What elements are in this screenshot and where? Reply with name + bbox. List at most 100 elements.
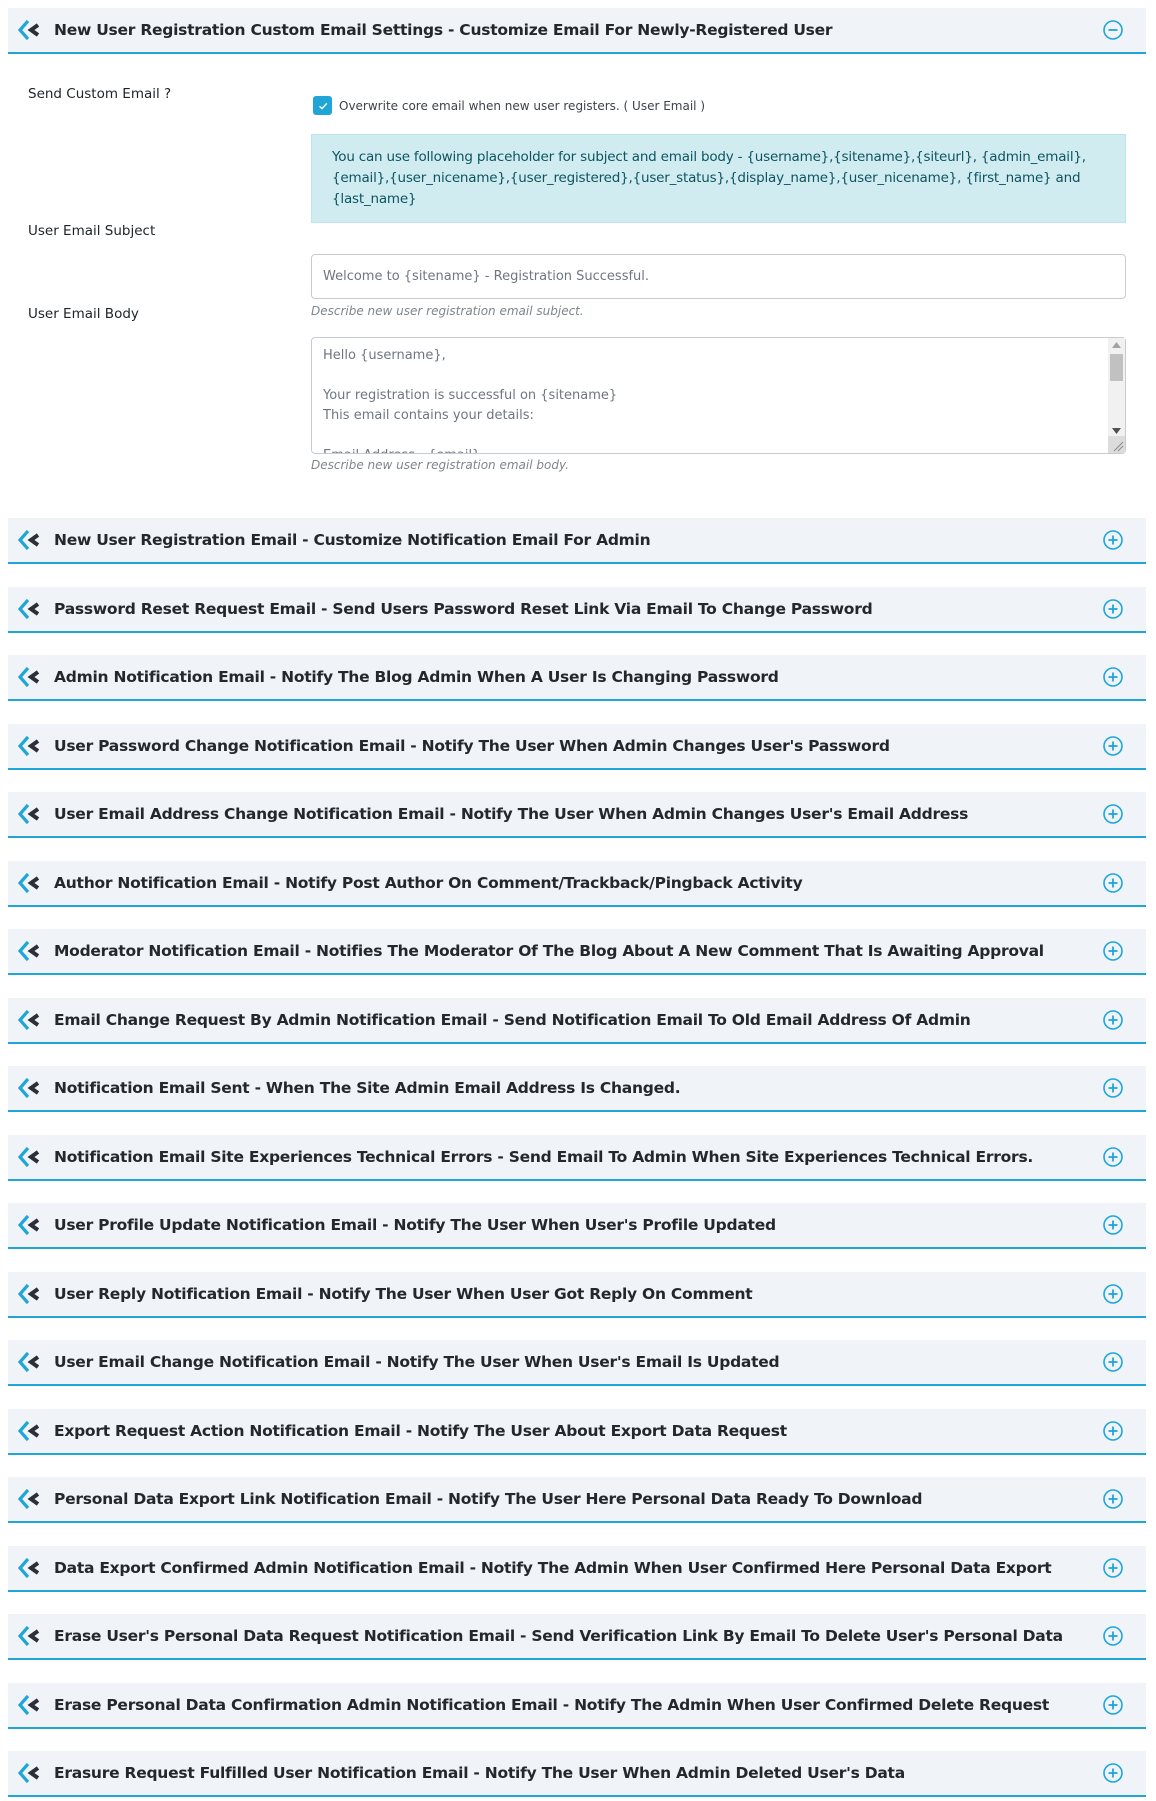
collapsed-section: Notification Email Sent - When The Site … (8, 1066, 1146, 1112)
collapsed-section: Author Notification Email - Notify Post … (8, 861, 1146, 907)
accordion-header[interactable]: User Profile Update Notification Email -… (8, 1203, 1146, 1249)
plus-circle-icon[interactable] (1102, 1762, 1124, 1784)
user-email-body-help: Describe new user registration email bod… (311, 458, 569, 472)
accordion-header[interactable]: Export Request Action Notification Email… (8, 1409, 1146, 1455)
plugin-logo-icon (18, 529, 44, 551)
placeholder-info-box: You can use following placeholder for su… (311, 134, 1126, 223)
accordion-header[interactable]: Notification Email Sent - When The Site … (8, 1066, 1146, 1112)
accordion-header[interactable]: Moderator Notification Email - Notifies … (8, 929, 1146, 975)
accordion-title: User Email Address Change Notification E… (54, 805, 969, 823)
user-email-subject-input[interactable] (311, 254, 1126, 299)
accordion-header[interactable]: Erase Personal Data Confirmation Admin N… (8, 1683, 1146, 1729)
accordion-header[interactable]: User Reply Notification Email - Notify T… (8, 1272, 1146, 1318)
plus-circle-icon[interactable] (1102, 872, 1124, 894)
accordion-title: Admin Notification Email - Notify The Bl… (54, 668, 779, 686)
plugin-logo-icon (18, 1077, 44, 1099)
plus-circle-icon[interactable] (1102, 803, 1124, 825)
minus-circle-icon[interactable] (1102, 19, 1124, 41)
accordion-header[interactable]: User Password Change Notification Email … (8, 724, 1146, 770)
accordion-header[interactable]: New User Registration Custom Email Setti… (8, 8, 1146, 54)
accordion-header[interactable]: Erasure Request Fulfilled User Notificat… (8, 1751, 1146, 1797)
collapsed-section: Export Request Action Notification Email… (8, 1409, 1146, 1455)
accordion-title: Personal Data Export Link Notification E… (54, 1490, 923, 1508)
send-custom-email-label: Send Custom Email ? (28, 86, 172, 102)
plus-circle-icon[interactable] (1102, 1557, 1124, 1579)
collapsed-section: User Profile Update Notification Email -… (8, 1203, 1146, 1249)
plus-circle-icon[interactable] (1102, 529, 1124, 551)
collapsed-section: Erase Personal Data Confirmation Admin N… (8, 1683, 1146, 1729)
collapsed-section: Data Export Confirmed Admin Notification… (8, 1546, 1146, 1592)
accordion-header[interactable]: New User Registration Email - Customize … (8, 518, 1146, 564)
accordion-header[interactable]: Data Export Confirmed Admin Notification… (8, 1546, 1146, 1592)
checkmark-icon (318, 102, 327, 110)
scroll-up-arrow-icon[interactable] (1108, 338, 1125, 352)
plugin-logo-icon (18, 1420, 44, 1442)
plugin-logo-icon (18, 598, 44, 620)
accordion-title: Export Request Action Notification Email… (54, 1422, 787, 1440)
plugin-logo-icon (18, 1283, 44, 1305)
plus-circle-icon[interactable] (1102, 1488, 1124, 1510)
plugin-logo-icon (18, 1009, 44, 1031)
collapsed-section: User Reply Notification Email - Notify T… (8, 1272, 1146, 1318)
overwrite-core-email-checkbox[interactable] (313, 96, 332, 115)
accordion-title: User Password Change Notification Email … (54, 737, 890, 755)
plus-circle-icon[interactable] (1102, 1283, 1124, 1305)
plus-circle-icon[interactable] (1102, 1077, 1124, 1099)
overwrite-core-email-label: Overwrite core email when new user regis… (339, 98, 705, 113)
user-email-subject-help: Describe new user registration email sub… (311, 304, 584, 318)
textarea-scrollbar[interactable] (1108, 338, 1125, 453)
plus-circle-icon[interactable] (1102, 1009, 1124, 1031)
accordion-header[interactable]: User Email Address Change Notification E… (8, 792, 1146, 838)
plus-circle-icon[interactable] (1102, 735, 1124, 757)
plugin-logo-icon (18, 735, 44, 757)
accordion-title: Erasure Request Fulfilled User Notificat… (54, 1764, 905, 1782)
plugin-logo-icon (18, 872, 44, 894)
plus-circle-icon[interactable] (1102, 1420, 1124, 1442)
user-email-body-textarea[interactable]: Hello {username}, Your registration is s… (311, 337, 1126, 454)
plus-circle-icon[interactable] (1102, 1351, 1124, 1373)
collapsed-section: Erasure Request Fulfilled User Notificat… (8, 1751, 1146, 1797)
accordion-header[interactable]: Password Reset Request Email - Send User… (8, 587, 1146, 633)
accordion-title: Erase Personal Data Confirmation Admin N… (54, 1696, 1050, 1714)
section-new-user-registration-custom-email: New User Registration Custom Email Setti… (8, 8, 1146, 54)
plugin-logo-icon (18, 803, 44, 825)
plus-circle-icon[interactable] (1102, 940, 1124, 962)
collapsed-section: Moderator Notification Email - Notifies … (8, 929, 1146, 975)
plus-circle-icon[interactable] (1102, 598, 1124, 620)
collapsed-section: Password Reset Request Email - Send User… (8, 587, 1146, 633)
accordion-title: User Email Change Notification Email - N… (54, 1353, 780, 1371)
scrollbar-thumb[interactable] (1110, 354, 1123, 381)
collapsed-section: Notification Email Site Experiences Tech… (8, 1135, 1146, 1181)
plugin-logo-icon (18, 1625, 44, 1647)
user-email-body-label: User Email Body (28, 306, 139, 322)
plus-circle-icon[interactable] (1102, 1625, 1124, 1647)
accordion-header[interactable]: Erase User's Personal Data Request Notif… (8, 1614, 1146, 1660)
accordion-title: Password Reset Request Email - Send User… (54, 600, 873, 618)
accordion-title: Moderator Notification Email - Notifies … (54, 942, 1044, 960)
accordion-header[interactable]: Admin Notification Email - Notify The Bl… (8, 655, 1146, 701)
plugin-logo-icon (18, 666, 44, 688)
accordion-header[interactable]: Notification Email Site Experiences Tech… (8, 1135, 1146, 1181)
overwrite-core-email-checkbox-row[interactable]: Overwrite core email when new user regis… (313, 96, 705, 115)
plugin-logo-icon (18, 940, 44, 962)
plugin-logo-icon (18, 1146, 44, 1168)
accordion-header[interactable]: User Email Change Notification Email - N… (8, 1340, 1146, 1386)
plugin-logo-icon (18, 1694, 44, 1716)
plus-circle-icon[interactable] (1102, 1146, 1124, 1168)
plus-circle-icon[interactable] (1102, 1214, 1124, 1236)
plugin-logo-icon (18, 19, 44, 41)
plus-circle-icon[interactable] (1102, 666, 1124, 688)
resize-grip-icon[interactable] (1108, 436, 1125, 453)
accordion-body: Send Custom Email ? Overwrite core email… (8, 56, 1146, 496)
accordion-title: User Profile Update Notification Email -… (54, 1216, 776, 1234)
plugin-logo-icon (18, 1762, 44, 1784)
plus-circle-icon[interactable] (1102, 1694, 1124, 1716)
collapsed-section: Erase User's Personal Data Request Notif… (8, 1614, 1146, 1660)
accordion-header[interactable]: Personal Data Export Link Notification E… (8, 1477, 1146, 1523)
collapsed-section: Email Change Request By Admin Notificati… (8, 998, 1146, 1044)
accordion-header[interactable]: Author Notification Email - Notify Post … (8, 861, 1146, 907)
accordion-title: Author Notification Email - Notify Post … (54, 874, 803, 892)
collapsed-section: User Email Change Notification Email - N… (8, 1340, 1146, 1386)
user-email-subject-label: User Email Subject (28, 223, 156, 239)
accordion-header[interactable]: Email Change Request By Admin Notificati… (8, 998, 1146, 1044)
